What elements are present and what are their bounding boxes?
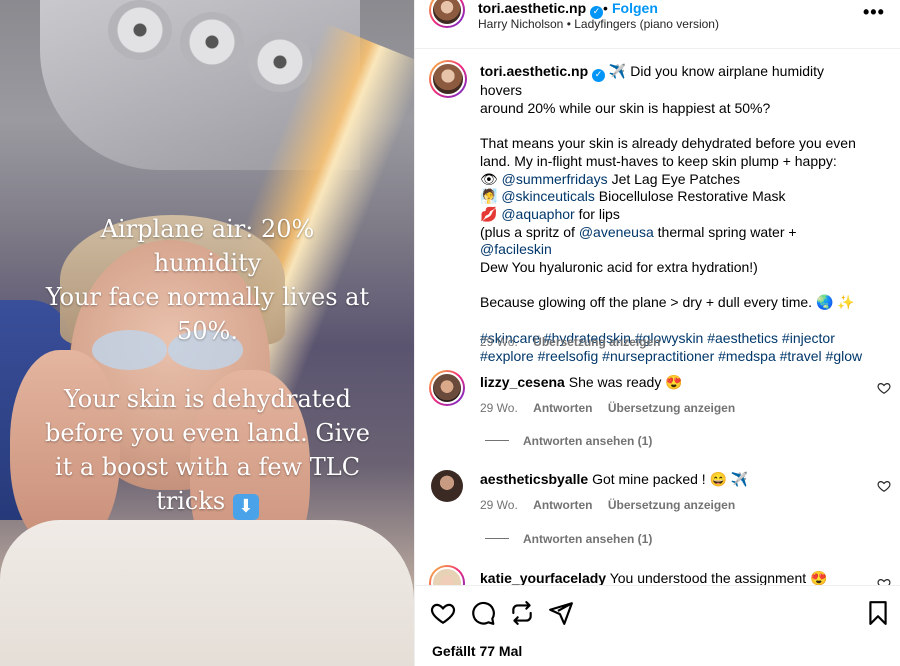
- post-header: tori.aesthetic.np ✓ • Folgen Harry Nicho…: [415, 0, 900, 49]
- more-horizontal-icon[interactable]: •••: [863, 3, 885, 21]
- caption-text: Jet Lag Eye Patches: [611, 170, 740, 187]
- post-panel: tori.aesthetic.np ✓ • Folgen Harry Nicho…: [414, 0, 900, 666]
- overlay-line: Your skin is dehydrated: [64, 385, 351, 413]
- globe-icon: 🌏: [815, 294, 834, 311]
- caption-text: for lips: [578, 205, 620, 222]
- reel-video[interactable]: Airplane air: 20% humidity Your face nor…: [0, 0, 414, 666]
- reply-button[interactable]: Antworten: [533, 401, 592, 415]
- caption-meta: 29 Wo. Übersetzung anzeigen: [480, 335, 673, 349]
- overlay-line: it a boost with a few TLC: [54, 453, 361, 481]
- caption-text: around 20% while our skin is happiest at…: [480, 99, 771, 116]
- avatar[interactable]: [429, 0, 465, 28]
- overlay-line: 50%.: [177, 317, 238, 345]
- airplane-icon: ✈️: [608, 63, 627, 79]
- comment-username[interactable]: aestheticsbyalle: [480, 471, 588, 487]
- air-vent: [108, 0, 172, 60]
- like-comment-heart-icon[interactable]: [877, 479, 891, 493]
- save-bookmark-icon[interactable]: [865, 600, 891, 626]
- heart-eyes-icon: 😍: [665, 374, 683, 390]
- view-replies-button[interactable]: Antworten ansehen (1): [485, 532, 652, 546]
- sparkles-icon: ✨: [837, 294, 855, 311]
- comment-text: She was ready: [568, 374, 662, 390]
- timestamp[interactable]: 29 Wo.: [480, 335, 518, 349]
- air-vent: [180, 12, 244, 72]
- avatar[interactable]: [429, 565, 465, 585]
- overlay-line: Airplane air: 20%: [100, 215, 315, 243]
- follow-button[interactable]: Folgen: [612, 0, 658, 16]
- caption-text: Dew You hyaluronic acid for extra hydrat…: [480, 259, 758, 276]
- video-text-overlay: Airplane air: 20% humidity Your face nor…: [20, 212, 395, 520]
- like-comment-heart-icon[interactable]: [877, 381, 891, 395]
- timestamp: 29 Wo.: [480, 498, 518, 512]
- caption-text: (plus a spritz of: [480, 223, 575, 240]
- username[interactable]: tori.aesthetic.np: [478, 0, 586, 16]
- lips-icon: 💋: [480, 205, 498, 222]
- reply-button[interactable]: Antworten: [533, 498, 592, 512]
- comment: lizzy_cesena She was ready 😍: [480, 374, 860, 391]
- comment: katie_yourfacelady You understood the as…: [480, 570, 860, 585]
- overlay-line: before you even land. Give: [44, 419, 371, 447]
- overlay-line-last: tricks ⬇: [20, 484, 395, 520]
- view-replies-button[interactable]: Antworten ansehen (1): [485, 434, 652, 448]
- comment-username[interactable]: lizzy_cesena: [480, 374, 565, 390]
- caption-username[interactable]: tori.aesthetic.np: [480, 63, 588, 79]
- mention-link[interactable]: @skinceuticals: [501, 188, 595, 204]
- avatar[interactable]: [429, 370, 465, 406]
- avatar[interactable]: [431, 470, 463, 502]
- caption-text: land. My in-flight must-haves to keep sk…: [480, 152, 837, 169]
- mention-link[interactable]: @aveneusa: [579, 224, 654, 240]
- verified-badge-icon: ✓: [592, 69, 606, 82]
- comment: aestheticsbyalle Got mine packed ! 😄 ✈️: [480, 471, 860, 488]
- comment-username[interactable]: katie_yourfacelady: [480, 570, 606, 585]
- avatar[interactable]: [429, 60, 467, 98]
- comment-text: Got mine packed !: [592, 471, 706, 487]
- airplane-icon: ✈️: [730, 471, 749, 487]
- share-send-icon[interactable]: [548, 600, 574, 626]
- mention-link[interactable]: @facileskin: [480, 241, 552, 257]
- comments-scroll[interactable]: tori.aesthetic.np ✓ ✈️ Did you know airp…: [415, 50, 900, 585]
- post-actions-bar: Gefällt 77 Mal: [415, 585, 900, 666]
- likes-count[interactable]: Gefällt 77 Mal: [432, 643, 522, 659]
- eye-icon: 👁: [480, 170, 498, 187]
- grinning-icon: 😄: [709, 471, 728, 487]
- comment-icon[interactable]: [470, 600, 496, 626]
- timestamp: 29 Wo.: [480, 401, 518, 415]
- repost-icon[interactable]: [509, 600, 535, 626]
- like-heart-icon[interactable]: [430, 600, 456, 626]
- hashtags[interactable]: #explore #reelsofig #nursepractitioner #…: [480, 348, 865, 366]
- overlay-line: Your face normally lives at: [45, 283, 370, 311]
- caption: tori.aesthetic.np ✓ ✈️ Did you know airp…: [480, 63, 865, 365]
- caption-text: That means your skin is already dehydrat…: [480, 135, 856, 152]
- mask-icon: 🧖: [480, 188, 498, 205]
- down-arrow-icon: ⬇: [232, 494, 259, 520]
- translate-link[interactable]: Übersetzung anzeigen: [533, 335, 660, 349]
- caption-text: Biocellulose Restorative Mask: [598, 188, 786, 205]
- mention-link[interactable]: @aquaphor: [501, 206, 574, 222]
- overlay-line: humidity: [153, 249, 262, 277]
- caption-text: Because glowing off the plane > dry + du…: [480, 294, 813, 311]
- mention-link[interactable]: @summerfridays: [502, 171, 608, 187]
- translate-link[interactable]: Übersetzung anzeigen: [608, 401, 735, 415]
- shirt: [0, 520, 414, 666]
- comment-meta: 29 Wo. Antworten Übersetzung anzeigen: [480, 401, 747, 415]
- comment-meta: 29 Wo. Antworten Übersetzung anzeigen: [480, 498, 747, 512]
- caption-text: thermal spring water +: [657, 223, 797, 240]
- audio-track[interactable]: Harry Nicholson • Ladyfingers (piano ver…: [478, 17, 719, 31]
- like-comment-heart-icon[interactable]: [877, 577, 891, 585]
- separator: •: [603, 0, 608, 16]
- heart-eyes-icon: 😍: [810, 570, 828, 585]
- translate-link[interactable]: Übersetzung anzeigen: [608, 498, 735, 512]
- comment-text: You understood the assignment: [609, 570, 807, 585]
